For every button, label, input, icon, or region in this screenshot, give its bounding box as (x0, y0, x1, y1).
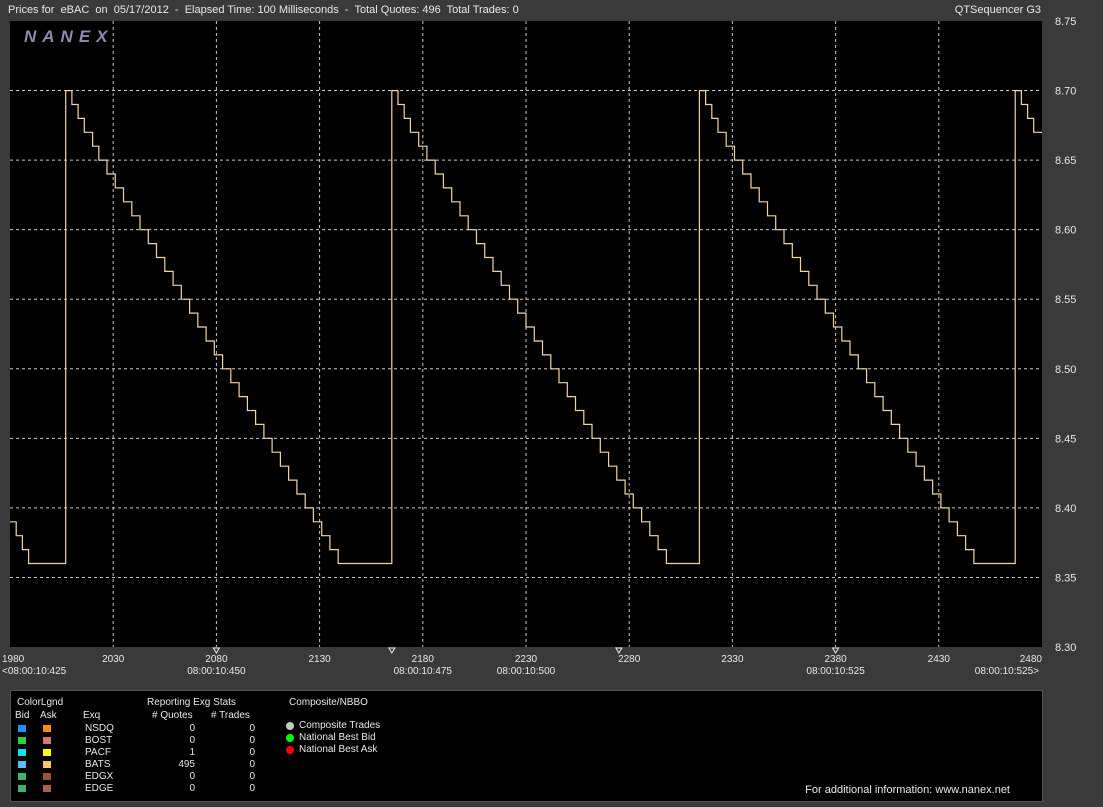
composite-dot-icon (286, 734, 294, 742)
ask-color-swatch (43, 773, 51, 780)
ask-color-swatch (43, 761, 51, 768)
x-tick-label: 2280 (618, 654, 641, 665)
x-tick-label: 2430 (928, 654, 951, 665)
y-tick-label: 8.50 (1055, 364, 1076, 376)
bid-color-swatch (18, 737, 26, 744)
quote-count: 0 (189, 723, 195, 734)
bid-color-swatch (18, 785, 26, 792)
quote-count: 0 (189, 735, 195, 746)
time-label: 08:00:10:475 (394, 666, 453, 677)
color-legend-header: ColorLgnd (17, 697, 64, 708)
x-tick-label: 2380 (824, 654, 847, 665)
exchange-name: NSDQ (85, 723, 114, 734)
price-chart: NANEX 8.308.358.408.458.508.558.608.658.… (2, 16, 1076, 677)
y-tick-label: 8.45 (1055, 433, 1076, 445)
y-axis: 8.30 8.35 8.40 8.45 8.50 8.55 8.60 8.65 8.70 8.75 (1055, 16, 1076, 654)
exchange-name: EDGE (85, 783, 114, 794)
ask-color-swatch (43, 725, 51, 732)
y-tick-label: 8.65 (1055, 155, 1076, 167)
quote-count: 495 (178, 759, 195, 770)
time-label: 08:00:10:450 (187, 666, 246, 677)
quote-count: 0 (189, 771, 195, 782)
composite-header: Composite/NBBO (289, 697, 368, 708)
composite-dot-icon (286, 746, 294, 754)
trade-count: 0 (249, 759, 255, 770)
trade-count: 0 (249, 747, 255, 758)
x-tick-label: 2030 (102, 654, 125, 665)
bid-color-swatch (18, 761, 26, 768)
composite-label: Composite Trades (299, 720, 381, 731)
x-tick-label: 2080 (205, 654, 228, 665)
bid-color-swatch (18, 773, 26, 780)
y-tick-label: 8.75 (1055, 16, 1076, 28)
y-tick-label: 8.35 (1055, 572, 1076, 584)
bid-header: Bid (15, 710, 30, 721)
ask-color-swatch (43, 785, 51, 792)
bid-color-swatch (18, 725, 26, 732)
time-marker (614, 647, 623, 654)
x-tick-label: 1980 (2, 654, 25, 665)
time-label: 08:00:10:525 (806, 666, 865, 677)
exchange-name: PACF (85, 747, 111, 758)
y-tick-label: 8.55 (1055, 294, 1076, 306)
time-marker (387, 647, 396, 654)
x-tick-label: 2130 (308, 654, 331, 665)
time-label: 08:00:10:500 (497, 666, 556, 677)
quote-count: 0 (189, 783, 195, 794)
composite-label: National Best Ask (299, 744, 378, 755)
time-marker (831, 647, 840, 654)
y-tick-label: 8.40 (1055, 503, 1076, 515)
time-label: 08:00:10:525> (975, 666, 1039, 677)
ask-color-swatch (43, 737, 51, 744)
ask-color-swatch (43, 749, 51, 756)
composite-label: National Best Bid (299, 732, 376, 743)
x-axis: 1980 2030 2080 2130 2180 2230 2280 2330 2380 2430… (2, 654, 1042, 665)
exchange-name: BOST (85, 735, 113, 746)
exchange-name: BATS (85, 759, 111, 770)
time-label: <08:00:10:425 (2, 666, 67, 677)
exchange-header: Exq (83, 710, 101, 721)
reporting-header: Reporting Exg Stats (147, 697, 236, 708)
ask-header: Ask (40, 710, 57, 721)
nanex-logo: NANEX (24, 27, 114, 46)
x-tick-label: 2330 (721, 654, 744, 665)
x-tick-label: 2180 (412, 654, 435, 665)
y-tick-label: 8.60 (1055, 225, 1076, 237)
x-tick-label: 2230 (515, 654, 538, 665)
bid-color-swatch (18, 749, 26, 756)
exchange-name: EDGX (85, 771, 114, 782)
x-tick-label: 2480 (1020, 654, 1043, 665)
trade-count: 0 (249, 771, 255, 782)
y-tick-label: 8.70 (1055, 86, 1076, 98)
y-tick-label: 8.30 (1055, 642, 1076, 654)
time-marker (212, 647, 221, 654)
composite-dot-icon (286, 722, 294, 730)
footer-info: For additional information: www.nanex.ne… (805, 784, 1010, 796)
trade-count: 0 (249, 723, 255, 734)
legend-panel: ColorLgnd Bid Ask Exq Reporting Exg Stat… (10, 690, 1043, 802)
trade-count: 0 (249, 783, 255, 794)
trades-header: # Trades (211, 710, 250, 721)
quote-count: 1 (189, 747, 195, 758)
trade-count: 0 (249, 735, 255, 746)
quotes-header: # Quotes (152, 710, 193, 721)
